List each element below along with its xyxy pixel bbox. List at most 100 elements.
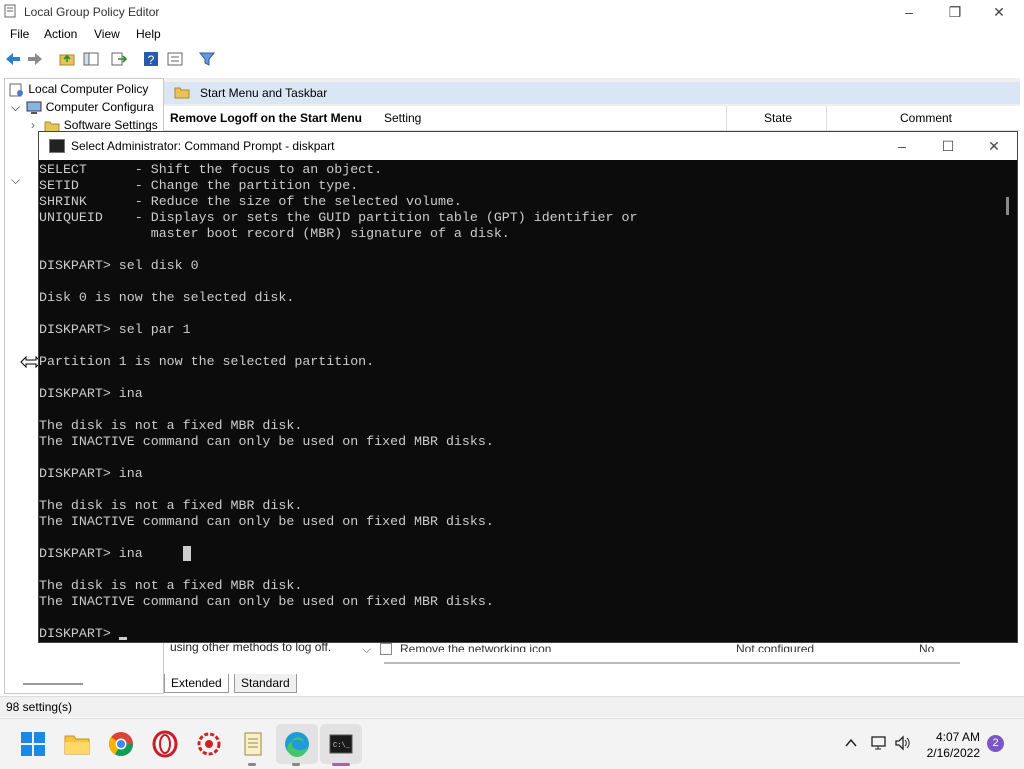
menu-file[interactable]: File bbox=[10, 27, 29, 41]
tree-item-label: Local Computer Policy bbox=[28, 82, 149, 96]
column-header-setting[interactable]: Setting bbox=[384, 111, 421, 125]
taskbar: C:\_ 4:07 AM 2/16/2022 2 bbox=[0, 718, 1024, 769]
settings-count: 98 setting(s) bbox=[6, 700, 73, 714]
cmd-titlebar[interactable]: Select Administrator: Command Prompt - d… bbox=[39, 132, 1017, 160]
column-header-comment[interactable]: Comment bbox=[900, 111, 952, 125]
chevron-right-icon[interactable]: › bbox=[31, 118, 41, 132]
clock-time[interactable]: 4:07 AM bbox=[936, 730, 980, 744]
opera-icon[interactable] bbox=[148, 727, 182, 761]
status-bar: 98 setting(s) bbox=[0, 696, 1024, 717]
command-prompt-window[interactable]: Select Administrator: Command Prompt - d… bbox=[38, 131, 1018, 643]
menu-view[interactable]: View bbox=[94, 27, 120, 41]
folder-name: Start Menu and Taskbar bbox=[200, 86, 328, 100]
cmd-close-button[interactable]: ✕ bbox=[971, 134, 1017, 158]
export-list-icon[interactable] bbox=[110, 50, 128, 68]
folder-icon bbox=[174, 87, 190, 99]
clock-date[interactable]: 2/16/2022 bbox=[927, 746, 980, 760]
console-line: The INACTIVE command can only be used on… bbox=[39, 594, 494, 609]
selected-policy-name: Remove Logoff on the Start Menu bbox=[170, 111, 362, 125]
tab-standard[interactable]: Standard bbox=[234, 674, 297, 693]
console-cursor bbox=[119, 637, 127, 640]
forward-arrow-icon[interactable] bbox=[26, 50, 44, 68]
tree-item-label: Software Settings bbox=[63, 118, 158, 132]
volume-icon[interactable] bbox=[894, 734, 912, 752]
tree-scrollbar[interactable] bbox=[23, 683, 83, 685]
console-line: SETID - Change the partition type. bbox=[39, 178, 359, 193]
start-icon[interactable] bbox=[16, 727, 50, 761]
active-indicator bbox=[332, 763, 350, 766]
file-explorer-icon[interactable] bbox=[60, 727, 94, 761]
chevron-down-icon[interactable]: ⌵ bbox=[11, 173, 20, 188]
gpe-titlebar: Local Group Policy Editor – ❐ ✕ bbox=[0, 0, 1024, 24]
policy-icon bbox=[9, 83, 23, 97]
computer-icon bbox=[26, 101, 42, 114]
chrome-icon[interactable] bbox=[104, 727, 138, 761]
settings-header: Remove Logoff on the Start Menu Setting … bbox=[164, 106, 1020, 131]
up-folder-icon[interactable] bbox=[58, 50, 76, 68]
edge-icon[interactable] bbox=[280, 727, 314, 761]
notification-badge[interactable]: 2 bbox=[987, 735, 1004, 752]
policy-editor-icon bbox=[4, 4, 16, 18]
settings-app-icon[interactable] bbox=[192, 727, 226, 761]
console-line: DISKPART> sel par 1 bbox=[39, 322, 191, 337]
text-selection-block bbox=[183, 546, 191, 561]
svg-text:?: ? bbox=[148, 53, 155, 67]
chevron-up-icon[interactable] bbox=[844, 736, 858, 750]
properties-icon[interactable] bbox=[166, 50, 184, 68]
cmd-minimize-button[interactable]: – bbox=[879, 134, 925, 158]
cmd-scrollbar-thumb[interactable] bbox=[1006, 197, 1009, 215]
filter-icon[interactable] bbox=[198, 50, 216, 68]
tree-item-local-computer-policy[interactable]: Local Computer Policy bbox=[9, 82, 148, 100]
restore-button[interactable]: ❐ bbox=[932, 0, 978, 24]
chevron-down-icon: ⌵ bbox=[362, 642, 372, 656]
console-line: The INACTIVE command can only be used on… bbox=[39, 434, 494, 449]
minimize-button[interactable]: – bbox=[886, 0, 932, 24]
console-line: The disk is not a fixed MBR disk. bbox=[39, 498, 303, 513]
console-line: SHRINK - Reduce the size of the selected… bbox=[39, 194, 462, 209]
notepad-icon[interactable] bbox=[236, 727, 270, 761]
setting-name: Remove the networking icon bbox=[400, 642, 552, 652]
setting-row-partial[interactable]: Remove the networking icon bbox=[400, 642, 600, 652]
console-line: The INACTIVE command can only be used on… bbox=[39, 514, 494, 529]
tab-extended[interactable]: Extended bbox=[164, 674, 229, 693]
cmd-console-output[interactable]: SELECT - Shift the focus to an object. SE… bbox=[39, 162, 999, 642]
console-line: DISKPART> sel disk 0 bbox=[39, 258, 199, 273]
menu-bar: File Action View Help bbox=[0, 24, 1024, 46]
cmd-scrollbar[interactable] bbox=[1003, 162, 1013, 640]
console-line: master boot record (MBR) signature of a … bbox=[39, 226, 510, 241]
running-indicator bbox=[248, 763, 256, 766]
cmd-maximize-button[interactable]: ☐ bbox=[925, 134, 971, 158]
tree-chevron-partial bbox=[35, 155, 37, 157]
terminal-icon[interactable]: C:\_ bbox=[324, 727, 358, 761]
cmd-window-title: Select Administrator: Command Prompt - d… bbox=[71, 139, 335, 153]
chevron-down-icon[interactable]: ⌵ bbox=[11, 100, 23, 115]
help-icon[interactable]: ? bbox=[142, 50, 160, 68]
column-divider[interactable] bbox=[826, 106, 827, 130]
menu-action[interactable]: Action bbox=[44, 27, 77, 41]
setting-icon bbox=[380, 643, 392, 655]
setting-comment: No bbox=[919, 642, 935, 652]
running-indicator bbox=[292, 763, 300, 766]
setting-state: Not configured bbox=[736, 642, 815, 652]
folder-strip: Start Menu and Taskbar bbox=[164, 82, 1020, 104]
console-line: DISKPART> bbox=[39, 626, 119, 641]
view-tabs: Extended Standard bbox=[164, 674, 364, 694]
horizontal-scrollbar[interactable] bbox=[384, 662, 960, 664]
menu-help[interactable]: Help bbox=[136, 27, 161, 41]
console-line: DISKPART> ina bbox=[39, 466, 143, 481]
console-line: Partition 1 is now the selected partitio… bbox=[39, 354, 375, 369]
console-line: SELECT - Shift the focus to an object. bbox=[39, 162, 383, 177]
console-line: UNIQUEID - Displays or sets the GUID par… bbox=[39, 210, 638, 225]
svg-text:C:\_: C:\_ bbox=[333, 742, 351, 750]
cmd-app-icon bbox=[49, 139, 65, 153]
back-arrow-icon[interactable] bbox=[4, 50, 22, 68]
tree-item-computer-configuration[interactable]: ⌵ Computer Configura bbox=[11, 100, 154, 118]
console-line: DISKPART> ina bbox=[39, 546, 143, 561]
tree-item-label: Computer Configura bbox=[45, 100, 154, 114]
console-line: DISKPART> ina bbox=[39, 386, 143, 401]
network-icon[interactable] bbox=[870, 734, 888, 752]
column-header-state[interactable]: State bbox=[764, 111, 792, 125]
column-divider[interactable] bbox=[726, 106, 727, 130]
show-hide-tree-icon[interactable] bbox=[82, 50, 100, 68]
close-button[interactable]: ✕ bbox=[976, 0, 1022, 24]
